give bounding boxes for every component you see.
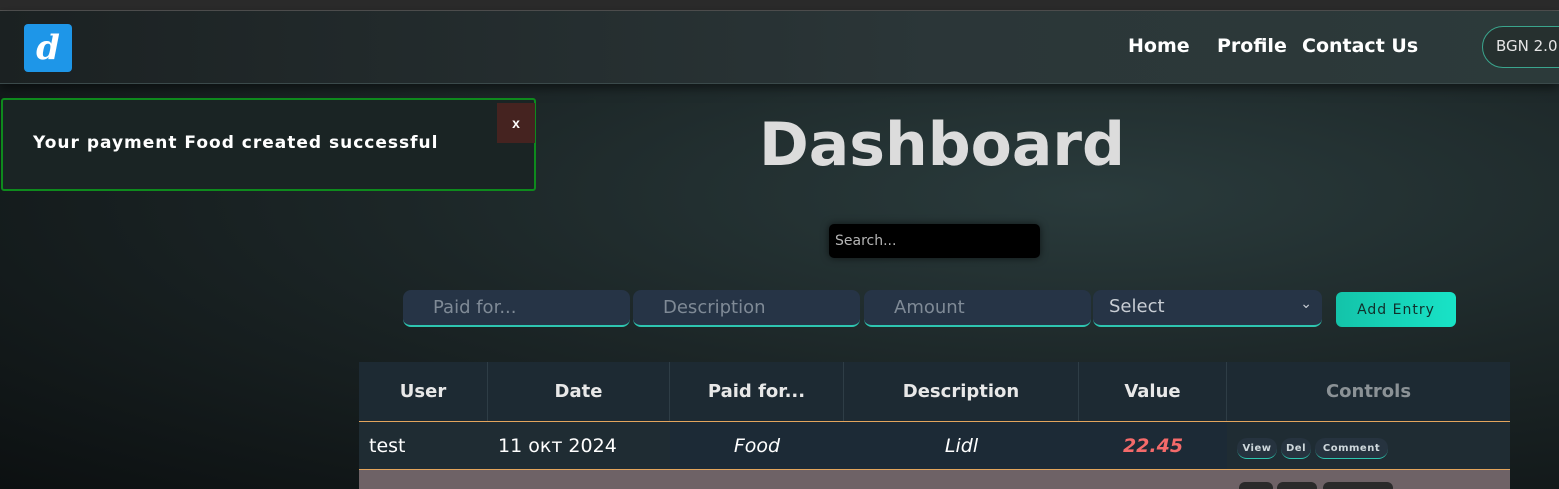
header-controls: Controls [1325,381,1412,402]
chevron-down-icon: ⌄ [1300,296,1312,312]
comment-button[interactable]: Comment [1315,438,1388,459]
add-entry-button[interactable]: Add Entry [1336,292,1456,327]
partial-view-button [1239,482,1273,489]
cell-description: Lidl [844,422,1079,469]
table-header: User Date Paid for... Description Value … [359,362,1510,421]
browser-top-strip [0,0,1559,11]
app-logo[interactable]: d [24,24,72,72]
payments-table: User Date Paid for... Description Value … [359,362,1510,489]
header-value[interactable]: Value [1079,362,1227,421]
cell-user: test [369,434,406,457]
category-select[interactable]: Select ⌄ [1093,290,1322,327]
nav-contact-link[interactable]: Contact Us [1302,35,1418,57]
select-value: Select [1109,296,1165,317]
search-input[interactable] [829,224,1040,258]
cell-value: 22.45 [1079,422,1227,469]
toast-close-button[interactable]: x [497,103,535,143]
cell-controls: View Del Comment [1227,422,1510,469]
partial-delete-button [1277,482,1317,489]
currency-selector[interactable]: BGN 2.0 [1482,26,1559,68]
amount-input[interactable] [864,290,1091,327]
header-paid-for[interactable]: Paid for... [670,362,844,421]
partial-comment-button [1323,482,1393,489]
paid-for-input[interactable] [403,290,630,327]
success-toast: Your payment Food created successful x [1,98,536,191]
cell-date: 11 окт 2024 [498,434,617,457]
page-title: Dashboard [759,110,1125,180]
description-input[interactable] [633,290,860,327]
toast-message: Your payment Food created successful [33,133,439,153]
header-description[interactable]: Description [844,362,1079,421]
logo-letter: d [36,28,60,68]
header-user[interactable]: User [359,362,488,421]
nav-home-link[interactable]: Home [1128,35,1190,57]
nav-profile-link[interactable]: Profile [1217,35,1287,57]
view-button[interactable]: View [1237,438,1277,459]
table-row-partial [359,470,1510,489]
navbar: d Home Profile Contact Us BGN 2.0 [0,11,1559,84]
cell-paid-for: Food [670,422,844,469]
header-date[interactable]: Date [488,362,670,421]
delete-button[interactable]: Del [1281,438,1311,459]
table-row[interactable]: test 11 окт 2024 Food Lidl 22.45 View De… [359,421,1510,470]
